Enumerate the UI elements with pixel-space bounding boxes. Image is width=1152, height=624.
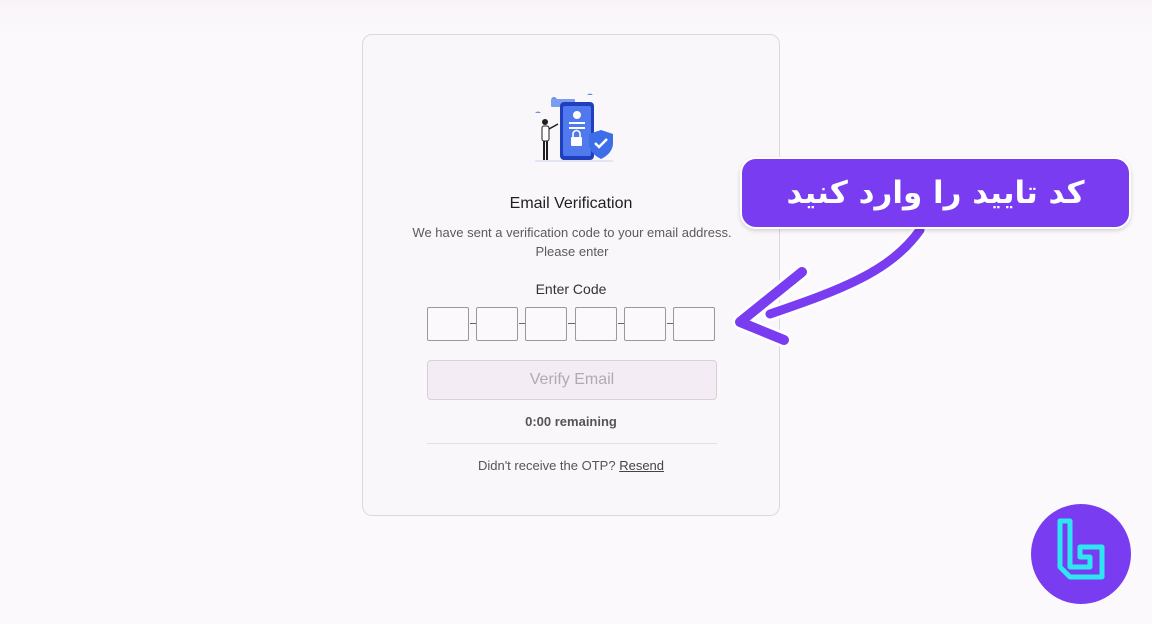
otp-digit-5[interactable] [624,307,666,341]
otp-digit-4[interactable] [575,307,617,341]
verification-description: We have sent a verification code to your… [412,225,732,259]
phone-security-illustration [535,93,613,162]
annotation-callout: کد تایید را وارد کنید [740,157,1131,229]
annotation-arrow [732,223,927,348]
brand-logo-icon [1031,504,1131,604]
resend-row: Didn't receive the OTP? Resend [363,458,779,473]
otp-input-group [427,307,717,343]
divider [427,443,717,444]
otp-digit-3[interactable] [525,307,567,341]
top-band [0,0,1152,36]
page-title: Email Verification [509,195,633,212]
otp-digit-6[interactable] [673,307,715,341]
code-label: Enter Code [535,281,607,297]
resend-link[interactable]: Resend [619,458,664,473]
callout-text: کد تایید را وارد کنید [786,175,1085,211]
otp-digit-1[interactable] [427,307,469,341]
verification-card: Email Verification We have sent a verifi… [362,34,780,516]
verify-email-button[interactable]: Verify Email [427,360,717,400]
otp-digit-2[interactable] [476,307,518,341]
otp-separator [568,323,575,324]
countdown-timer: 0:00 remaining [525,414,617,429]
resend-prompt: Didn't receive the OTP? [477,458,616,473]
